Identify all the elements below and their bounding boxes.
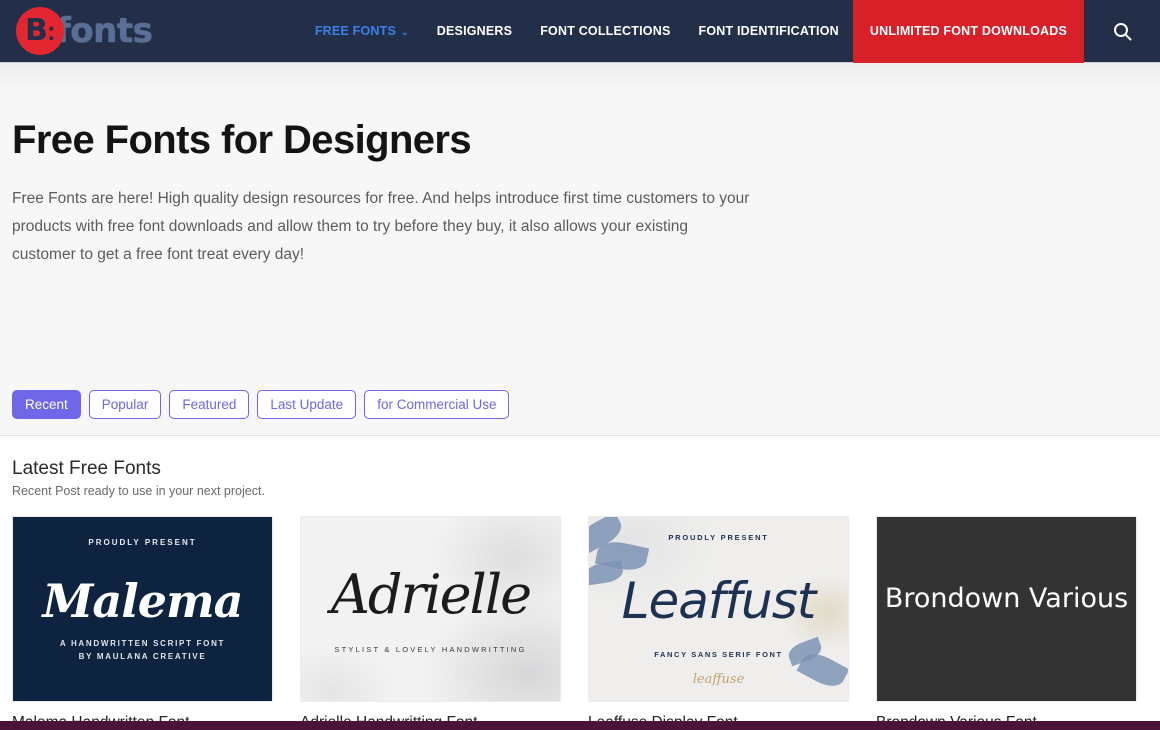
font-card[interactable]: PROUDLY PRESENT Leaffust FANCY SANS SERI… (588, 516, 849, 730)
font-card[interactable]: Brondown Various Brondown Various Font H… (876, 516, 1137, 730)
font-card-grid: PROUDLY PRESENT Malema A HANDWRITTEN SCR… (12, 516, 1148, 730)
page-description: Free Fonts are here! High quality design… (12, 190, 750, 263)
site-logo[interactable]: B : fonts (16, 0, 153, 63)
main-navigation: FREE FONTS ⌄ DESIGNERS FONT COLLECTIONS … (301, 0, 1160, 63)
filter-chip-recent[interactable]: Recent (12, 389, 81, 419)
page-title: Free Fonts for Designers (12, 118, 472, 162)
nav-item-font-collections-label: FONT COLLECTIONS (540, 24, 671, 38)
preview-subtitle: FANCY SANS SERIF FONT (654, 650, 783, 659)
preview-subtitle: STYLIST & LOVELY HANDWRITTING (334, 645, 527, 654)
unlimited-font-downloads-label: UNLIMITED FONT DOWNLOADS (869, 24, 1067, 38)
filter-chip-featured-label: Featured (182, 396, 237, 412)
filter-chip-recent-label: Recent (25, 396, 68, 412)
hero-section: Free Fonts for Designers Free Fonts are … (0, 63, 1160, 373)
nav-item-free-fonts[interactable]: FREE FONTS ⌄ (301, 0, 423, 63)
filter-chip-last-update-label: Last Update (270, 396, 344, 412)
preview-kicker: PROUDLY PRESENT (668, 533, 769, 542)
preview-wordmark: Adrielle (330, 563, 532, 626)
font-listing: Latest Free Fonts Recent Post ready to u… (0, 436, 1160, 730)
nav-item-designers-label: DESIGNERS (436, 24, 513, 38)
section-title: Latest Free Fonts (12, 458, 161, 479)
preview-wordmark: Malema (42, 574, 244, 628)
bottom-accent-bar (0, 721, 1160, 730)
filter-chip-popular[interactable]: Popular (88, 389, 162, 419)
logo-colon: : (47, 16, 56, 46)
site-header: B : fonts FREE FONTS ⌄ DESIGNERS FONT CO… (0, 0, 1160, 63)
preview-kicker: PROUDLY PRESENT (88, 538, 197, 547)
preview-subtitle: A HANDWRITTEN SCRIPT FONT BY MAULANA CRE… (59, 639, 226, 661)
filter-bar: Recent Popular Featured Last Update for … (0, 373, 1160, 436)
nav-item-designers[interactable]: DESIGNERS (423, 0, 526, 63)
search-button[interactable] (1084, 0, 1160, 63)
font-card[interactable]: Adrielle STYLIST & LOVELY HANDWRITTING A… (300, 516, 561, 730)
font-card[interactable]: PROUDLY PRESENT Malema A HANDWRITTEN SCR… (12, 516, 273, 730)
nav-item-font-identification[interactable]: FONT IDENTIFICATION (684, 0, 852, 63)
unlimited-font-downloads-button[interactable]: UNLIMITED FONT DOWNLOADS (852, 0, 1084, 63)
filter-chip-featured[interactable]: Featured (169, 389, 250, 419)
preview-wordmark: Brondown Various (884, 583, 1129, 614)
nav-item-font-identification-label: FONT IDENTIFICATION (698, 24, 839, 38)
nav-item-free-fonts-label: FREE FONTS (314, 24, 397, 38)
chevron-down-icon: ⌄ (401, 26, 409, 37)
filter-chip-last-update[interactable]: Last Update (257, 389, 357, 419)
logo-letter-b: B (25, 13, 48, 48)
font-preview-thumbnail[interactable]: Adrielle STYLIST & LOVELY HANDWRITTING (300, 516, 561, 702)
preview-signature: leaffuse (692, 672, 745, 687)
search-icon (1113, 22, 1131, 40)
font-preview-thumbnail[interactable]: PROUDLY PRESENT Leaffust FANCY SANS SERI… (588, 516, 849, 702)
nav-item-font-collections[interactable]: FONT COLLECTIONS (526, 0, 684, 63)
font-preview-thumbnail[interactable]: PROUDLY PRESENT Malema A HANDWRITTEN SCR… (12, 516, 273, 702)
logo-mark-icon: B : (16, 7, 64, 55)
logo-wordmark: fonts (56, 11, 153, 51)
section-subtitle: Recent Post ready to use in your next pr… (12, 484, 265, 498)
filter-chip-commercial-label: for Commercial Use (377, 396, 497, 412)
filter-chip-for-commercial-use[interactable]: for Commercial Use (364, 389, 510, 419)
font-preview-thumbnail[interactable]: Brondown Various (876, 516, 1137, 702)
filter-chip-popular-label: Popular (101, 396, 149, 412)
preview-wordmark: Leaffust (621, 572, 817, 630)
